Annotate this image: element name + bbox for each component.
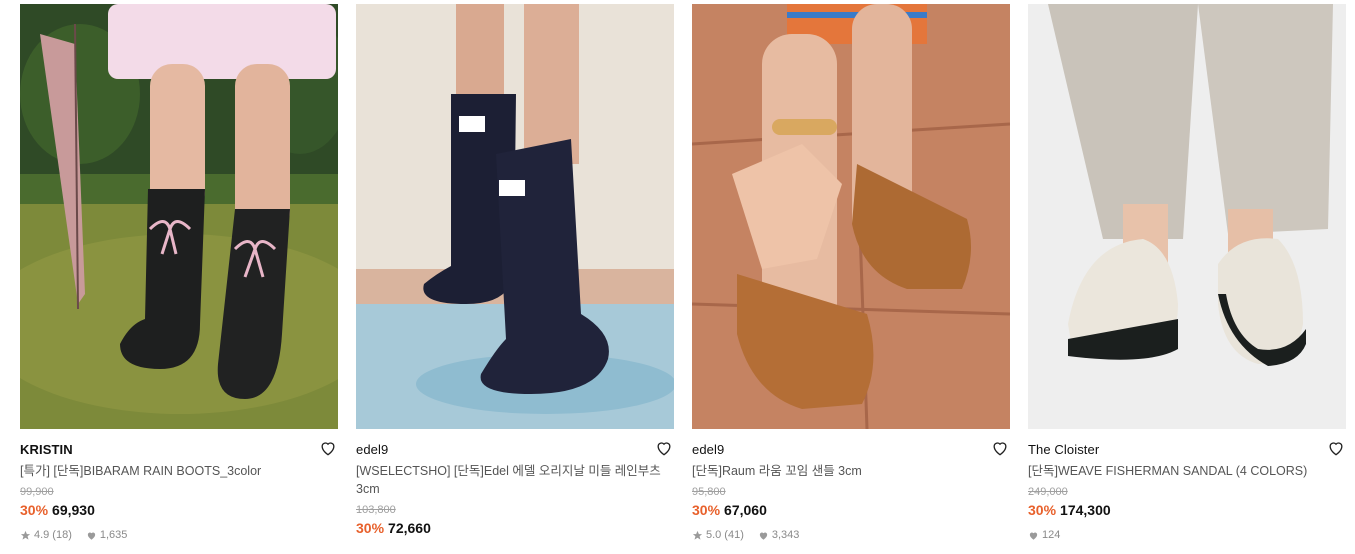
review-count: (41) (724, 529, 744, 541)
product-card[interactable]: edel9 [WSELECTSHO] [단독]Edel 에델 오리지날 미들 레… (356, 4, 674, 537)
discount-rate: 30% (356, 520, 385, 536)
product-grid: KRISTIN [특가] [단독]BIBARAM RAIN BOOTS_3col… (0, 0, 1355, 554)
sale-price: 174,300 (1060, 502, 1111, 518)
star-icon (20, 530, 31, 540)
brand-name[interactable]: edel9 (692, 442, 724, 457)
product-card[interactable]: The Cloister [단독]WEAVE FISHERMAN SANDAL … (1028, 4, 1346, 542)
product-name[interactable]: [WSELECTSHO] [단독]Edel 에델 오리지날 미들 레인부츠 3c… (356, 462, 674, 498)
original-price: 99,900 (20, 486, 54, 498)
product-card[interactable]: KRISTIN [특가] [단독]BIBARAM RAIN BOOTS_3col… (20, 4, 338, 542)
review-count: (18) (52, 529, 72, 541)
heart-filled-icon (87, 532, 96, 540)
product-name[interactable]: [단독]Raum 라움 꼬임 샌들 3cm (692, 462, 1010, 480)
brand-name[interactable]: KRISTIN (20, 442, 73, 457)
like-count: 3,343 (771, 529, 800, 541)
heart-filled-icon (759, 532, 768, 540)
product-image[interactable] (356, 4, 674, 429)
product-stats: 124 (1028, 528, 1346, 542)
product-stats: 5.0 (41) 3,343 (692, 528, 1010, 542)
like-count: 1,635 (99, 529, 128, 541)
heart-outline-icon[interactable] (990, 438, 1010, 458)
product-image[interactable] (20, 4, 338, 429)
product-stats: 4.9 (18) 1,635 (20, 528, 338, 542)
product-image[interactable] (1028, 4, 1346, 429)
product-name[interactable]: [특가] [단독]BIBARAM RAIN BOOTS_3color (20, 462, 338, 480)
discount-rate: 30% (692, 502, 721, 518)
product-image[interactable] (692, 4, 1010, 429)
original-price: 103,800 (356, 504, 396, 516)
brand-name[interactable]: edel9 (356, 442, 388, 457)
sale-price: 72,660 (388, 520, 431, 536)
heart-outline-icon[interactable] (1326, 438, 1346, 458)
rating: 5.0 (706, 529, 722, 541)
original-price: 95,800 (692, 486, 726, 498)
brand-name[interactable]: The Cloister (1028, 442, 1099, 457)
discount-rate: 30% (20, 502, 49, 518)
discount-rate: 30% (1028, 502, 1057, 518)
original-price: 249,000 (1028, 486, 1068, 498)
heart-filled-icon (1029, 532, 1038, 540)
rating: 4.9 (34, 529, 50, 541)
product-name[interactable]: [단독]WEAVE FISHERMAN SANDAL (4 COLORS) (1028, 462, 1346, 480)
sale-price: 69,930 (52, 502, 95, 518)
sale-price: 67,060 (724, 502, 767, 518)
heart-outline-icon[interactable] (318, 438, 338, 458)
like-count: 124 (1042, 529, 1061, 541)
star-icon (692, 530, 703, 540)
heart-outline-icon[interactable] (654, 438, 674, 458)
product-card[interactable]: edel9 [단독]Raum 라움 꼬임 샌들 3cm 95,800 30% 67… (692, 4, 1010, 542)
